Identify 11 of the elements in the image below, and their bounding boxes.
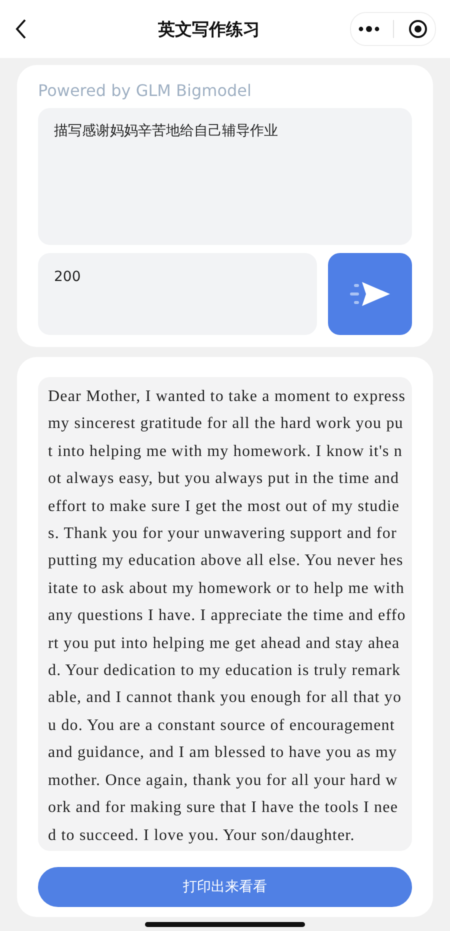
close-icon[interactable] [408,19,428,39]
essay-text: Dear Mother, I wanted to take a moment to express my sincerest gratitude for all the hard work you put into helping me with my homework. I know it's not always easy, but you always put in the time and effort to make sure I get the most out of my studies. Thank you for your unwavering support and for putting my education above all else. You never hesitate to ask about my homework or to help me with any questions I have. I appreciate the time and effort you put into helping me get ahead and stay ahead. Your dedication to my education is truly remarkable, and I cannot thank you enough for all that you do. You are a constant source of encouragement and guidance, and I am blessed to have you as my mother. Once again, thank you for all your hard work and for making sure that I have the tools I need to succeed. I love you. Your son/daughter. [38,377,412,851]
back-icon[interactable] [14,18,28,40]
send-button[interactable] [328,253,412,335]
topic-field[interactable]: 描写感谢妈妈辛苦地给自己辅导作业 [38,108,412,245]
powered-by-label: Powered by GLM Bigmodel [38,81,252,100]
more-icon[interactable] [358,26,380,32]
send-icon [348,279,392,309]
word-count-field[interactable]: 200 [38,253,317,335]
print-button[interactable]: 打印出来看看 [38,866,412,907]
page-title: 英文写作练习 [158,18,260,40]
